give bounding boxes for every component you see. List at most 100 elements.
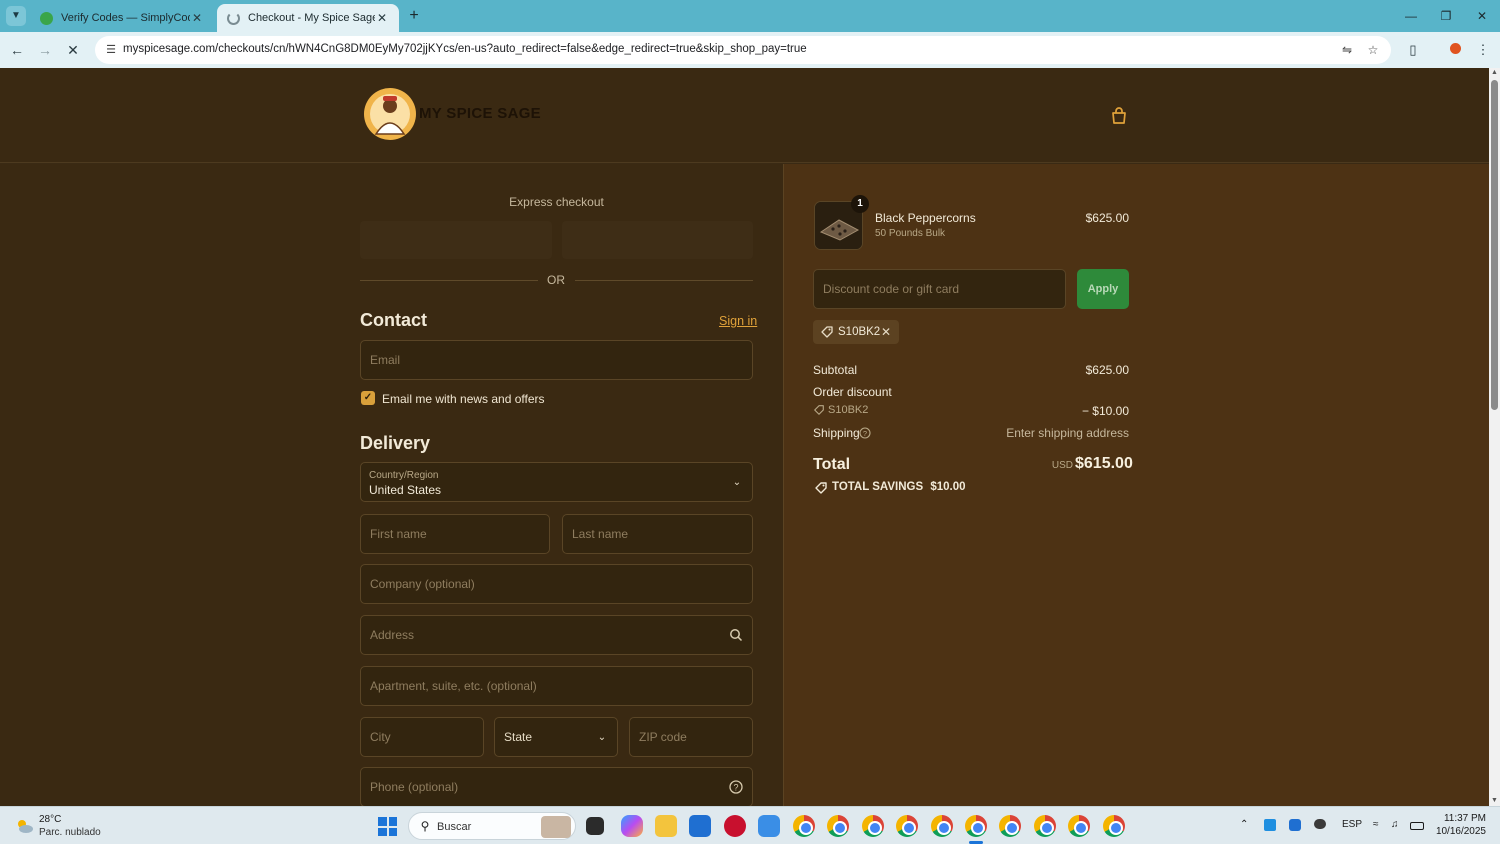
chrome-window-icon[interactable]	[896, 815, 918, 837]
help-icon[interactable]: ?	[729, 780, 743, 794]
taskbar-search[interactable]: ⚲ Buscar	[408, 812, 576, 840]
zip-input[interactable]	[630, 718, 752, 756]
page-scrollbar[interactable]: ▲ ▼	[1489, 68, 1500, 806]
company-field[interactable]	[360, 564, 753, 604]
stop-loading-icon[interactable]: ✕	[63, 40, 83, 60]
media-app-icon[interactable]	[724, 815, 746, 837]
express-button[interactable]	[360, 221, 552, 259]
task-view-icon[interactable]	[586, 817, 604, 835]
store-brand-name[interactable]: MY SPICE SAGE	[419, 105, 541, 122]
first-name-field[interactable]	[360, 514, 550, 554]
tab-title: Checkout - My Spice Sage	[248, 12, 375, 24]
battery-icon[interactable]	[1410, 822, 1424, 830]
chrome-window-icon[interactable]	[1034, 815, 1056, 837]
url-text[interactable]: myspicesage.com/checkouts/cn/hWN4CnG8DM0…	[123, 43, 807, 55]
tab-checkout[interactable]: Checkout - My Spice Sage ✕	[217, 4, 399, 32]
state-value[interactable]: State	[504, 730, 532, 744]
loading-favicon-icon	[227, 11, 240, 25]
tab-simplycodes[interactable]: Verify Codes — SimplyCodes ✕	[30, 4, 214, 32]
sign-in-link[interactable]: Sign in	[719, 314, 757, 328]
windows-start-icon[interactable]	[378, 817, 397, 836]
extensions-icon[interactable]: ▯	[1403, 40, 1423, 60]
phone-input[interactable]	[361, 768, 752, 806]
newsletter-checkbox[interactable]: ✓	[361, 391, 375, 405]
scroll-down-icon[interactable]: ▼	[1489, 796, 1500, 806]
address-input[interactable]	[361, 616, 752, 654]
city-field[interactable]	[360, 717, 484, 757]
apply-discount-button[interactable]: Apply	[1077, 269, 1129, 309]
wifi-icon[interactable]: ≈	[1373, 819, 1379, 830]
language-indicator[interactable]: ESP	[1342, 819, 1362, 830]
last-name-field[interactable]	[562, 514, 753, 554]
remove-discount-icon[interactable]: ✕	[879, 324, 893, 340]
onedrive-icon[interactable]	[1314, 819, 1326, 829]
new-tab-button[interactable]: +	[404, 6, 424, 26]
file-explorer-icon[interactable]	[655, 815, 677, 837]
microsoft-store-icon[interactable]	[689, 815, 711, 837]
site-settings-icon[interactable]: ☰	[103, 42, 119, 58]
chevron-down-icon[interactable]: ⌄	[596, 732, 608, 744]
close-tab-icon[interactable]: ✕	[190, 11, 204, 25]
delivery-heading: Delivery	[360, 433, 431, 453]
show-hidden-icons-icon[interactable]: ⌃	[1240, 819, 1248, 830]
email-input[interactable]	[361, 341, 752, 379]
discount-code-field[interactable]	[813, 269, 1066, 309]
chrome-window-icon[interactable]	[862, 815, 884, 837]
total-label: Total	[813, 456, 851, 473]
chrome-window-icon[interactable]	[1103, 815, 1125, 837]
chrome-window-icon[interactable]	[965, 815, 987, 837]
sync-icon[interactable]	[1289, 819, 1301, 831]
email-field[interactable]	[360, 340, 753, 380]
shopping-bag-icon[interactable]	[1109, 106, 1129, 126]
order-discount-label: Order discount	[813, 385, 892, 399]
translate-icon[interactable]: ⇋	[1339, 42, 1355, 58]
chrome-window-icon[interactable]	[793, 815, 815, 837]
order-discount-value: − $10.00	[1081, 404, 1129, 418]
country-value[interactable]: United States	[369, 483, 441, 497]
chrome-window-icon[interactable]	[827, 815, 849, 837]
restore-icon[interactable]: ❐	[1431, 6, 1461, 26]
address-bar[interactable]: ☰ myspicesage.com/checkouts/cn/hWN4CnG8D…	[95, 36, 1391, 64]
chrome-window-icon[interactable]	[999, 815, 1021, 837]
forward-icon[interactable]: →	[35, 40, 55, 60]
store-logo-icon[interactable]	[362, 86, 418, 142]
bookmark-star-icon[interactable]: ☆	[1365, 42, 1381, 58]
clock-time[interactable]: 11:37 PM	[1436, 813, 1486, 824]
back-icon[interactable]: ←	[7, 40, 27, 60]
scroll-up-icon[interactable]: ▲	[1489, 68, 1500, 78]
chrome-menu-icon[interactable]: ⋮	[1473, 40, 1493, 60]
partly-cloudy-icon[interactable]	[14, 816, 34, 836]
browser-toolbar: ← → ✕ ☰ myspicesage.com/checkouts/cn/hWN…	[0, 32, 1500, 68]
first-name-input[interactable]	[361, 515, 549, 553]
weather-description[interactable]: Parc. nublado	[39, 827, 101, 838]
weather-temperature[interactable]: 28°C	[39, 814, 61, 825]
quantity-badge: 1	[851, 195, 869, 213]
profile-icon[interactable]	[1445, 40, 1465, 60]
copilot-icon[interactable]	[621, 815, 643, 837]
chevron-down-icon[interactable]: ⌄	[731, 477, 743, 489]
last-name-input[interactable]	[563, 515, 752, 553]
clock-date[interactable]: 10/16/2025	[1430, 826, 1486, 837]
phone-field[interactable]: ?	[360, 767, 753, 806]
express-button[interactable]	[561, 221, 753, 259]
scroll-thumb[interactable]	[1491, 80, 1498, 410]
address-field[interactable]	[360, 615, 753, 655]
close-window-icon[interactable]: ✕	[1467, 6, 1497, 26]
volume-icon[interactable]: ♫	[1391, 819, 1399, 830]
security-app-icon[interactable]	[758, 815, 780, 837]
newsletter-label[interactable]: Email me with news and offers	[382, 392, 545, 406]
apartment-field[interactable]	[360, 666, 753, 706]
chrome-window-icon[interactable]	[1068, 815, 1090, 837]
city-input[interactable]	[361, 718, 483, 756]
tab-search-icon[interactable]: ▼	[6, 6, 26, 26]
apartment-input[interactable]	[361, 667, 752, 705]
discount-code-input[interactable]	[814, 270, 1065, 308]
help-icon[interactable]: ?	[859, 427, 871, 439]
close-tab-icon[interactable]: ✕	[375, 11, 389, 25]
company-input[interactable]	[361, 565, 752, 603]
tray-app-icon[interactable]	[1264, 819, 1276, 831]
search-icon[interactable]	[729, 628, 743, 642]
minimize-icon[interactable]: —	[1396, 6, 1426, 26]
chrome-window-icon[interactable]	[931, 815, 953, 837]
zip-field[interactable]	[629, 717, 753, 757]
